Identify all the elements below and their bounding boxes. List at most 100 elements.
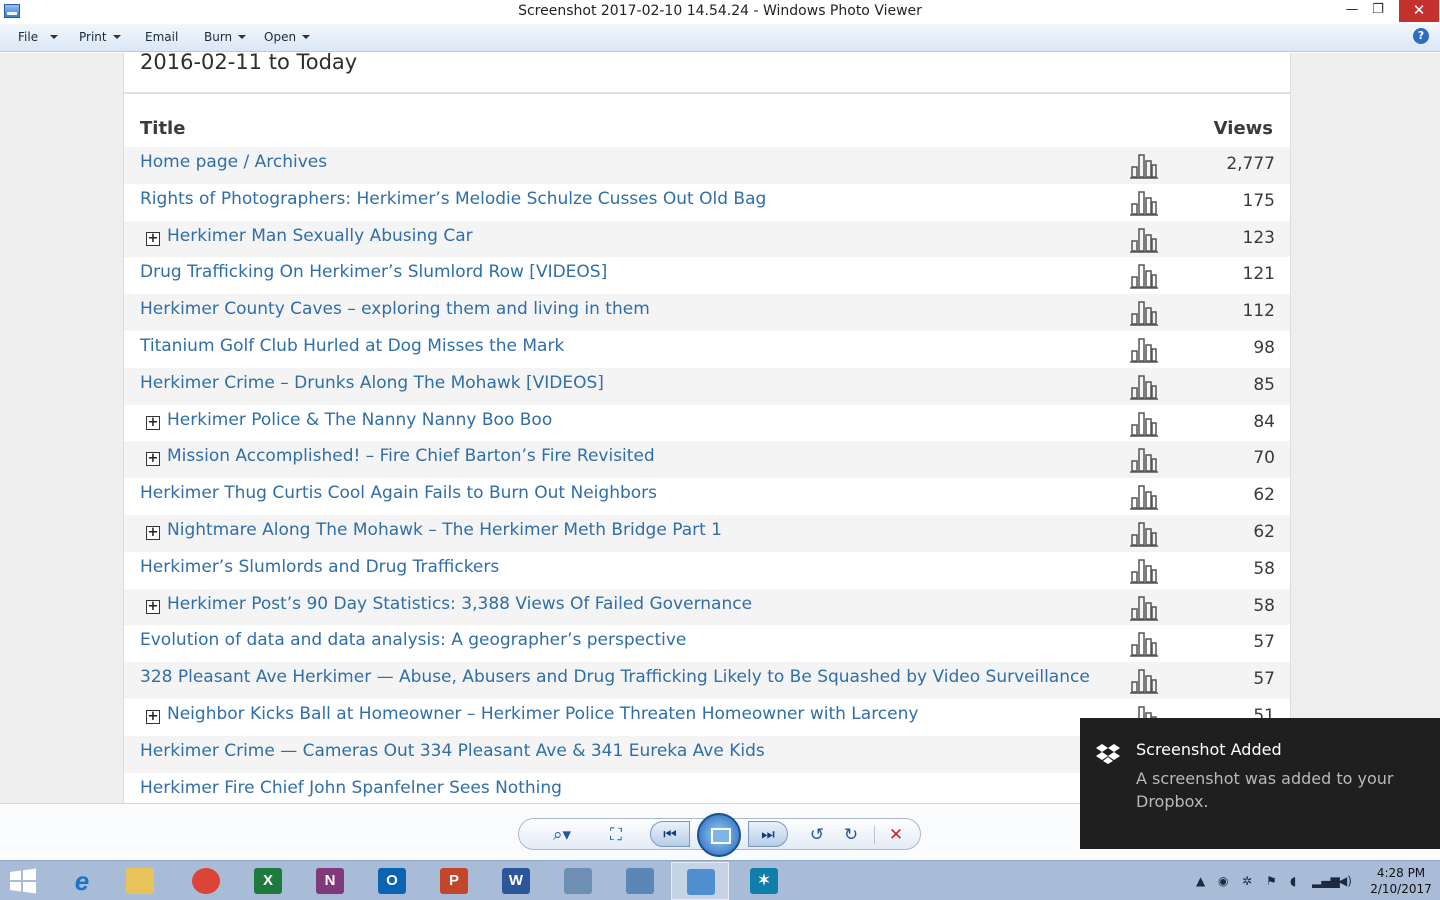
post-title-link[interactable]: Evolution of data and data analysis: A g… [140,630,686,650]
post-title-link[interactable]: Herkimer County Caves – exploring them a… [140,299,650,319]
network-icon[interactable]: ▂▄▆ [1312,874,1340,888]
table-row: Herkimer Crime – Drunks Along The Mohawk… [124,367,1290,405]
post-title-link[interactable]: Herkimer Thug Curtis Cool Again Fails to… [140,483,657,503]
view-count: 98 [1253,337,1275,358]
close-button[interactable]: ✕ [1399,0,1439,22]
post-title-link[interactable]: Rights of Photographers: Herkimer’s Melo… [140,189,766,209]
menu-email[interactable]: Email [145,30,178,44]
table-row: Herkimer County Caves – exploring them a… [124,294,1290,331]
bar-chart-icon[interactable] [1130,411,1158,437]
word-icon: W [502,868,530,894]
volume-icon[interactable]: ◀) [1338,874,1352,888]
table-row: Herkimer Thug Curtis Cool Again Fails to… [124,478,1290,515]
menu-burn[interactable]: Burn [204,30,247,44]
show-hidden-icons[interactable]: ▲ [1196,874,1205,888]
restore-button[interactable]: ❐ [1363,0,1393,22]
menu-bar: File Print Email Burn Open [0,24,1440,52]
help-icon[interactable]: ? [1413,28,1429,44]
bar-chart-icon[interactable] [1130,595,1158,621]
action-center-icon[interactable]: ⚑ [1266,874,1277,888]
taskbar-control-panel-button[interactable] [611,862,669,900]
chrome-icon [192,868,220,894]
app-9-icon [564,868,592,894]
taskbar-word-button[interactable]: W [487,862,545,900]
zoom-icon[interactable]: ⌕▾ [544,825,580,845]
image-viewport[interactable]: 2016-02-11 to Today Title Views Home pag… [0,53,1440,803]
taskbar-app-9-button[interactable] [549,862,607,900]
menu-open[interactable]: Open [264,30,311,44]
post-title-link[interactable]: Titanium Golf Club Hurled at Dog Misses … [140,336,564,356]
taskbar-powerpoint-button[interactable]: P [425,862,483,900]
post-title-link[interactable]: Drug Trafficking On Herkimer’s Slumlord … [140,262,607,282]
table-row: 328 Pleasant Ave Herkimer — Abuse, Abuse… [124,662,1290,699]
window-title: Screenshot 2017-02-10 14.54.24 - Windows… [518,3,922,19]
post-title-link[interactable]: Herkimer Man Sexually Abusing Car [167,226,473,246]
bar-chart-icon[interactable] [1130,227,1158,253]
bar-chart-icon[interactable] [1130,447,1158,474]
bar-chart-icon[interactable] [1130,521,1158,547]
displayed-image: 2016-02-11 to Today Title Views Home pag… [123,53,1291,803]
post-title-link[interactable]: Herkimer Crime — Cameras Out 334 Pleasan… [140,741,765,761]
actual-size-icon[interactable]: ⛶ [604,825,628,845]
view-count: 2,777 [1226,154,1275,174]
onenote-icon: N [316,868,344,894]
menu-file[interactable]: File [18,30,59,44]
expand-icon[interactable]: + [146,415,160,430]
expand-icon[interactable]: + [146,231,160,246]
view-count: 84 [1253,411,1275,432]
taskbar-chrome-button[interactable] [177,862,235,900]
post-title-link[interactable]: 328 Pleasant Ave Herkimer — Abuse, Abuse… [140,667,1090,687]
outlook-icon: O [378,868,406,894]
dropbox-tray-icon[interactable]: ✲ [1242,874,1252,888]
expand-icon[interactable]: + [146,525,160,540]
bar-chart-icon[interactable] [1130,300,1158,326]
slideshow-button[interactable] [697,813,741,857]
post-title-link[interactable]: Mission Accomplished! – Fire Chief Barto… [167,446,655,466]
bar-chart-icon[interactable] [1130,558,1158,584]
taskbar-file-explorer-button[interactable] [111,862,169,900]
post-title-link[interactable]: Herkimer Police & The Nanny Nanny Boo Bo… [167,410,552,430]
next-button[interactable]: ⏭ [748,821,788,847]
rotate-counterclockwise-icon[interactable]: ↺ [805,825,829,845]
menu-print[interactable]: Print [79,30,121,44]
power-icon[interactable]: ◖ [1290,874,1296,888]
taskbar-outlook-button[interactable]: O [363,862,421,900]
bar-chart-icon[interactable] [1130,374,1158,400]
dropbox-notification[interactable]: Screenshot Added A screenshot was added … [1080,718,1440,849]
bar-chart-icon[interactable] [1130,153,1158,179]
view-count: 57 [1253,632,1275,653]
post-title-link[interactable]: Neighbor Kicks Ball at Homeowner – Herki… [167,704,918,724]
windows-start-icon[interactable] [8,868,38,894]
post-title-link[interactable]: Herkimer’s Slumlords and Drug Trafficker… [140,557,499,577]
expand-icon[interactable]: + [146,599,160,614]
chevron-down-icon [302,35,311,39]
post-title-link[interactable]: Home page / Archives [140,152,327,172]
taskbar-internet-explorer-button[interactable]: e [53,862,111,900]
rotate-clockwise-icon[interactable]: ↻ [839,825,863,845]
chevron-down-icon [238,35,247,39]
previous-button[interactable]: ⏮ [650,821,690,847]
bar-chart-icon[interactable] [1130,484,1158,510]
post-title-link[interactable]: Nightmare Along The Mohawk – The Herkime… [167,520,722,540]
bar-chart-icon[interactable] [1130,263,1158,290]
taskbar-onenote-button[interactable]: N [301,862,359,900]
clock-time: 4:28 PM [1376,866,1426,880]
taskbar-photo-app-button[interactable]: ✶ [735,862,793,900]
app-tray-icon[interactable]: ◉ [1218,874,1228,888]
expand-icon[interactable]: + [146,452,160,467]
delete-icon[interactable]: ✕ [884,825,908,845]
table-row: + Herkimer Post’s 90 Day Statistics: 3,38… [124,588,1290,626]
table-row: + Mission Accomplished! – Fire Chief Bart… [124,441,1290,479]
bar-chart-icon[interactable] [1130,337,1158,363]
taskbar-photo-viewer-button[interactable] [671,862,729,900]
post-title-link[interactable]: Herkimer Post’s 90 Day Statistics: 3,388… [167,594,752,614]
bar-chart-icon[interactable] [1130,668,1158,694]
bar-chart-icon[interactable] [1130,190,1158,216]
table-row: Rights of Photographers: Herkimer’s Melo… [124,184,1290,221]
taskbar-excel-button[interactable]: X [239,862,297,900]
post-title-link[interactable]: Herkimer Fire Chief John Spanfelner Sees… [140,778,562,798]
bar-chart-icon[interactable] [1130,631,1158,658]
taskbar-clock[interactable]: 4:28 PM 2/10/2017 [1365,865,1437,897]
post-title-link[interactable]: Herkimer Crime – Drunks Along The Mohawk… [140,373,604,393]
expand-icon[interactable]: + [146,709,160,724]
